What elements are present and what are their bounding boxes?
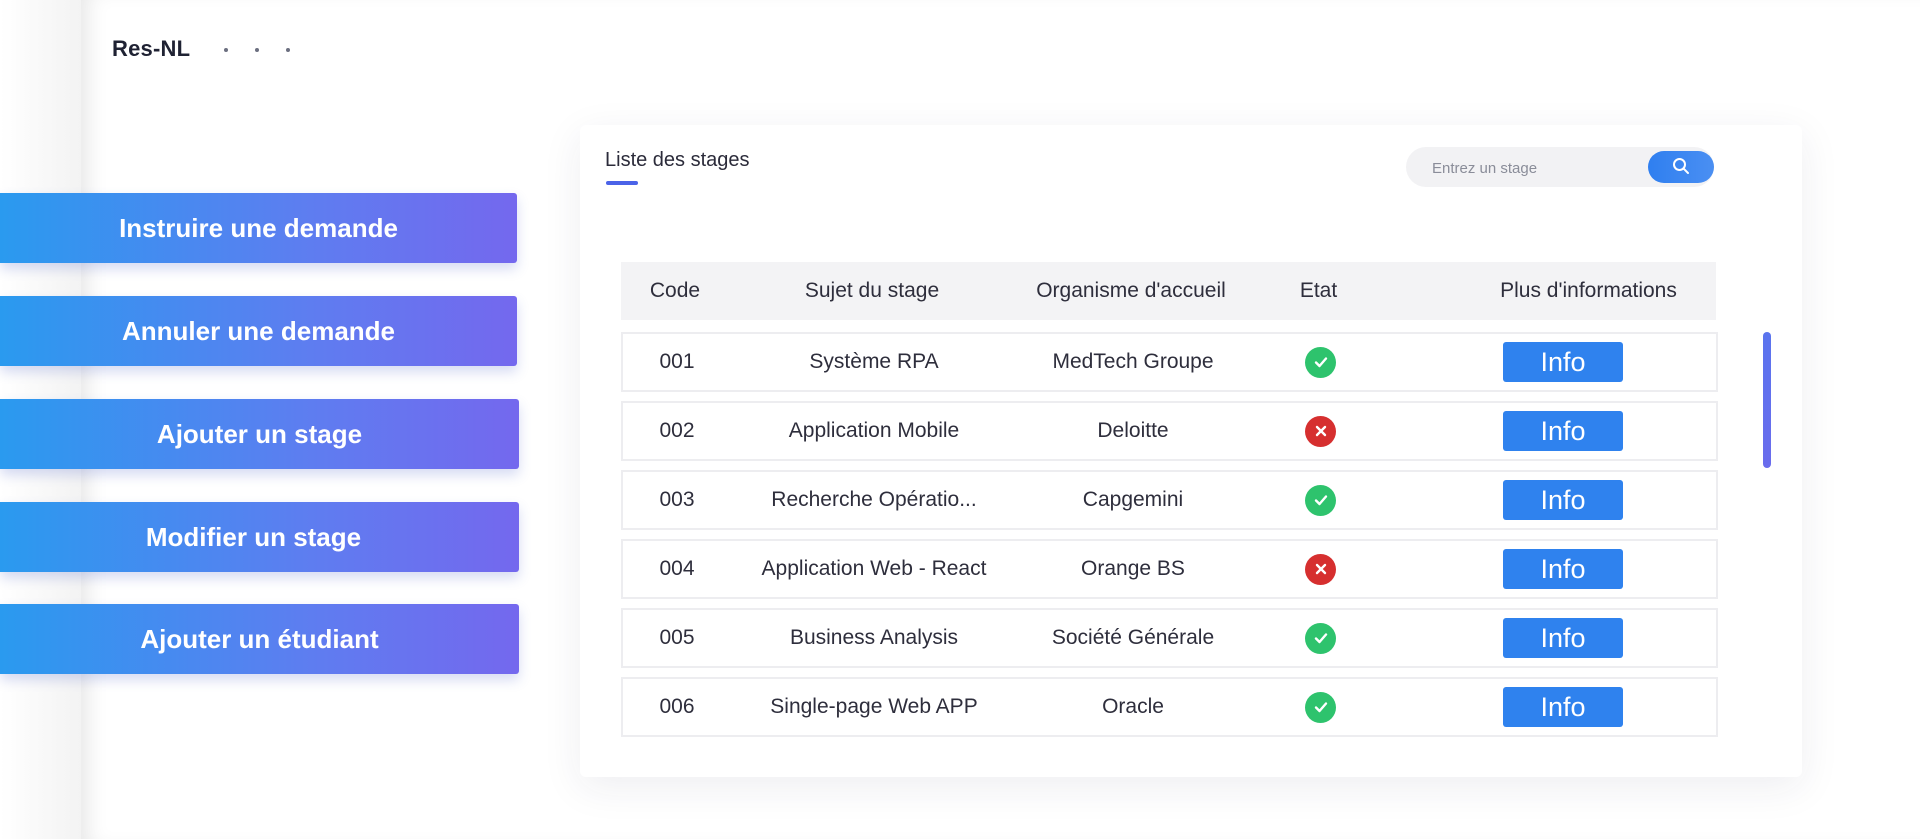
row-code: 006 [659, 695, 695, 718]
info-button[interactable]: Info [1503, 549, 1623, 589]
instruire-demande-button[interactable]: Instruire une demande [0, 193, 517, 263]
row-organisme: Capgemini [1082, 488, 1184, 511]
row-etat [1263, 679, 1378, 735]
row-etat [1263, 541, 1378, 597]
check-icon [1305, 691, 1336, 723]
table-row: 002 Application Mobile Deloitte Info [621, 401, 1718, 461]
row-organisme: Oracle [1102, 695, 1164, 718]
cross-icon [1305, 415, 1336, 447]
row-sujet: Application Web - React [761, 557, 987, 580]
card-title: Liste des stages [605, 149, 750, 171]
row-sujet: Business Analysis [789, 626, 959, 649]
search-bar [1406, 147, 1714, 189]
row-sujet: Recherche Opératio... [771, 488, 977, 511]
column-header-organisme: Organisme d'accueil [1036, 279, 1226, 302]
table-row: 005 Business Analysis Société Générale I… [621, 608, 1718, 668]
brand-logo[interactable]: Res-NL [112, 36, 190, 62]
table-row: 006 Single-page Web APP Oracle Info [621, 677, 1718, 737]
dot-icon [255, 48, 259, 52]
row-sujet: Système RPA [809, 350, 939, 373]
row-code: 003 [659, 488, 695, 511]
info-button[interactable]: Info [1503, 480, 1623, 520]
row-etat [1263, 610, 1378, 666]
row-organisme: MedTech Groupe [1052, 350, 1214, 373]
title-underline [606, 181, 638, 185]
row-code: 002 [659, 419, 695, 442]
row-etat [1263, 334, 1378, 390]
row-etat [1263, 472, 1378, 528]
table-scrollbar[interactable] [1763, 332, 1771, 468]
dot-icon [286, 48, 290, 52]
dot-icon [224, 48, 228, 52]
more-menu-dots[interactable] [224, 48, 290, 52]
row-code: 004 [659, 557, 695, 580]
row-organisme: Orange BS [1081, 557, 1185, 580]
table-header: Code Sujet du stage Organisme d'accueil … [621, 262, 1716, 320]
row-organisme: Société Générale [1051, 626, 1215, 649]
table-row: 003 Recherche Opératio... Capgemini Info [621, 470, 1718, 530]
row-organisme: Deloitte [1097, 419, 1169, 442]
ajouter-stage-button[interactable]: Ajouter un stage [0, 399, 519, 469]
check-icon [1305, 346, 1336, 378]
check-icon [1305, 622, 1336, 654]
column-header-etat: Etat [1299, 279, 1338, 302]
search-button[interactable] [1648, 151, 1714, 183]
column-header-sujet: Sujet du stage [804, 279, 940, 302]
check-icon [1305, 484, 1336, 516]
info-button[interactable]: Info [1503, 687, 1623, 727]
row-sujet: Single-page Web APP [770, 695, 978, 718]
ajouter-etudiant-button[interactable]: Ajouter un étudiant [0, 604, 519, 674]
page: Res-NL Instruire une demande Annuler une… [0, 0, 1920, 839]
info-button[interactable]: Info [1503, 618, 1623, 658]
info-button[interactable]: Info [1503, 411, 1623, 451]
table-row: 004 Application Web - React Orange BS In… [621, 539, 1718, 599]
column-header-info: Plus d'informations [1500, 279, 1677, 302]
cross-icon [1305, 553, 1336, 585]
search-icon [1672, 157, 1690, 178]
annuler-demande-button[interactable]: Annuler une demande [0, 296, 517, 366]
row-sujet: Application Mobile [788, 419, 960, 442]
info-button[interactable]: Info [1503, 342, 1623, 382]
modifier-stage-button[interactable]: Modifier un stage [0, 502, 519, 572]
row-code: 005 [659, 626, 695, 649]
stages-card: Liste des stages Code Sujet du stage Org… [580, 125, 1802, 777]
row-etat [1263, 403, 1378, 459]
search-input[interactable] [1430, 147, 1644, 189]
row-code: 001 [659, 350, 695, 373]
table-row: 001 Système RPA MedTech Groupe Info [621, 332, 1718, 392]
column-header-code: Code [649, 279, 701, 302]
